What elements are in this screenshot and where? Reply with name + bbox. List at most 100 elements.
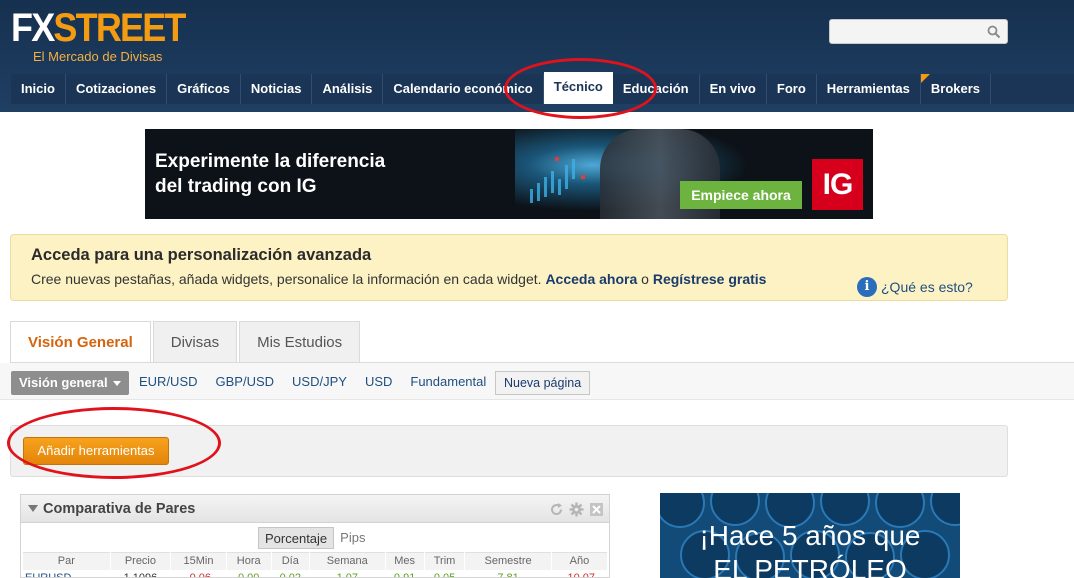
nav-label: Educación — [622, 81, 689, 96]
table-header-row: Par Precio 15Min Hora Día Semana Mes Trim Semest… — [23, 552, 609, 570]
ig-banner-ad[interactable]: Experimente la diferencia del trading co… — [145, 129, 873, 219]
logo-tagline: El Mercado de Divisas — [33, 49, 163, 64]
nav-inicio[interactable]: Inicio — [11, 74, 66, 104]
cell-price: 1.1096 — [123, 571, 158, 578]
subnav-link[interactable]: USD — [365, 374, 392, 389]
subnav-link[interactable]: USD/JPY — [292, 374, 347, 389]
mode-switch: Porcentaje Pips — [258, 527, 371, 549]
nav-tecnico[interactable]: Técnico — [543, 72, 613, 104]
column-header[interactable]: Mes — [385, 552, 425, 570]
mode-percentage[interactable]: Porcentaje — [258, 527, 335, 549]
column-header[interactable]: Hora — [226, 552, 272, 570]
nav-label: Noticias — [250, 81, 302, 96]
nav-brokers[interactable]: Brokers — [920, 74, 992, 104]
personalization-title: Acceda para una personalización avanzada — [31, 246, 372, 264]
page-selector-label: Visión general — [19, 375, 108, 390]
subnav-links: EUR/USD GBP/USD USD/JPY USD Fundamental — [139, 374, 504, 389]
nav-herramientas[interactable]: Herramientas — [817, 74, 921, 104]
new-page-button[interactable]: Nueva página — [495, 371, 591, 395]
cell-pair[interactable]: EURUSD — [23, 570, 110, 578]
subnav-link[interactable]: Fundamental — [410, 374, 486, 389]
pairs-table: Par Precio 15Min Hora Día Semana Mes Trim Semest… — [23, 552, 609, 578]
subnav-link[interactable]: EUR/USD — [139, 374, 198, 389]
sub-nav: Visión general EUR/USD GBP/USD USD/JPY USD F… — [0, 363, 1074, 400]
nav-analisis[interactable]: Análisis — [312, 74, 384, 104]
personalization-text: Cree nuevas pestañas, añada widgets, per… — [31, 271, 766, 287]
nav-en-vivo[interactable]: En vivo — [700, 74, 767, 104]
cell-day: 0.02 — [279, 571, 301, 578]
nav-cotizaciones[interactable]: Cotizaciones — [66, 74, 168, 104]
logo-fx: FX — [11, 6, 55, 50]
banner-cta-button[interactable]: Empiece ahora — [680, 181, 802, 209]
ig-logo: IG — [812, 159, 863, 210]
tab-divisas[interactable]: Divisas — [152, 321, 238, 362]
widget-title: Comparativa de Pares — [43, 501, 196, 517]
search-box[interactable] — [829, 19, 1008, 44]
nav-label: Brokers — [930, 81, 981, 96]
cell-hour: 0.00 — [237, 571, 260, 578]
site-header: FXSTREET El Mercado de Divisas Inicio Cot… — [0, 0, 1074, 112]
cell-month: 0.91 — [393, 571, 416, 578]
nav-graficos[interactable]: Gráficos — [167, 74, 241, 104]
nav-noticias[interactable]: Noticias — [241, 74, 313, 104]
logo-street: STREET — [53, 6, 186, 50]
search-icon[interactable] — [987, 25, 1001, 39]
nav-label: Técnico — [553, 79, 603, 94]
nav-label: Análisis — [322, 81, 373, 96]
column-header[interactable]: Semestre — [464, 552, 552, 570]
nav-calendario[interactable]: Calendario económico — [383, 74, 544, 104]
info-icon: i — [857, 277, 877, 297]
main-tabs: Visión General Divisas Mis Estudios — [10, 321, 362, 364]
nav-foro[interactable]: Foro — [767, 74, 817, 104]
search-input[interactable] — [834, 23, 984, 41]
column-header[interactable]: 15Min — [170, 552, 227, 570]
close-icon[interactable] — [589, 502, 604, 517]
column-header[interactable]: Semana — [309, 552, 386, 570]
nav-label: Inicio — [21, 81, 55, 96]
what-is-this-link[interactable]: i ¿Qué es esto? — [857, 277, 973, 297]
cell-trim: 0.05 — [433, 571, 456, 578]
nav-educacion[interactable]: Educación — [613, 74, 700, 104]
collapse-arrow-icon[interactable] — [28, 505, 38, 512]
tab-visi-n-general[interactable]: Visión General — [10, 321, 151, 364]
caret-down-icon — [112, 381, 121, 387]
column-header[interactable]: Día — [271, 552, 311, 570]
tab-mis-estudios[interactable]: Mis Estudios — [239, 321, 361, 362]
or-text: o — [641, 271, 649, 287]
oil-ad-headline: ¡Hace 5 años que EL PETRÓLEO — [699, 520, 921, 578]
nav-label: Foro — [776, 81, 806, 96]
nav-label: Herramientas — [826, 81, 910, 96]
add-tools-button[interactable]: Añadir herramientas — [23, 437, 169, 465]
main-nav: Inicio Cotizaciones Gráficos Noticias Anális… — [11, 72, 1074, 104]
cell-year: -10.07 — [563, 571, 595, 578]
widget-header: Comparativa de Pares — [21, 495, 609, 523]
personalization-box: Acceda para una personalización avanzada… — [10, 234, 1008, 301]
nav-label: Cotizaciones — [75, 81, 157, 96]
table-row[interactable]: EURUSD 1.1096 -0.06 0.00 0.02 1.07 0.91 0.05 7.8… — [23, 570, 608, 578]
banner-chart-graphic — [530, 157, 585, 203]
login-link[interactable]: Acceda ahora — [545, 271, 637, 287]
corner-badge-icon — [920, 74, 930, 83]
refresh-icon[interactable] — [549, 502, 564, 517]
register-link[interactable]: Regístrese gratis — [653, 271, 767, 287]
column-header[interactable]: Año — [551, 552, 609, 570]
banner-headline: Experimente la diferencia del trading co… — [155, 151, 386, 197]
oil-ad[interactable]: ¡Hace 5 años que EL PETRÓLEO — [660, 493, 960, 578]
tools-bar: Añadir herramientas — [10, 425, 1008, 477]
column-header[interactable]: Trim — [424, 552, 466, 570]
pair-comparison-widget: Comparativa de Pares Porcentaje Pips Par… — [20, 494, 610, 578]
what-is-this-label: ¿Qué es esto? — [881, 279, 973, 295]
cell-semester: 7.81 — [497, 571, 519, 578]
cell-m15: -0.06 — [185, 571, 212, 578]
mode-pips[interactable]: Pips — [334, 527, 371, 549]
nav-label: En vivo — [709, 81, 756, 96]
column-header[interactable]: Precio — [110, 552, 172, 570]
gear-icon[interactable] — [569, 502, 584, 517]
column-header[interactable]: Par — [23, 552, 111, 570]
widget-controls — [544, 502, 604, 517]
cell-week: 1.07 — [336, 571, 358, 578]
fxstreet-logo[interactable]: FXSTREET El Mercado de Divisas — [11, 6, 204, 64]
nav-label: Calendario económico — [393, 81, 533, 96]
page-selector[interactable]: Visión general — [11, 371, 129, 395]
subnav-link[interactable]: GBP/USD — [216, 374, 275, 389]
